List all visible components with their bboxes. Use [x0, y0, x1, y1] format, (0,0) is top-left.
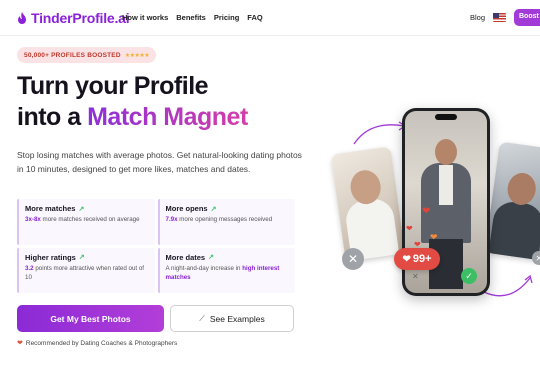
stat-desc: 3x-8x more matches received on average	[25, 215, 149, 225]
stat-title: More dates ↗	[166, 253, 290, 262]
close-icon[interactable]: ✕	[532, 251, 540, 265]
nav-link-benefits[interactable]: Benefits	[176, 13, 206, 22]
heart-icon: ❤	[402, 253, 411, 265]
heart-icon: ❤	[17, 340, 23, 347]
top-nav: TinderProfile.ai How it works Benefits P…	[0, 0, 540, 36]
trending-up-icon: ↗	[208, 254, 214, 261]
us-flag-icon[interactable]	[493, 13, 506, 22]
boost-button[interactable]: Boost	[514, 9, 540, 26]
profile-person-shirt	[439, 165, 453, 205]
nav-link-faq[interactable]: FAQ	[247, 13, 262, 22]
stat-highlight: 3x-8x	[25, 216, 41, 223]
stat-title-text: Higher ratings	[25, 252, 76, 262]
stat-desc: 7.9x more opening messages received	[166, 215, 290, 225]
stat-title-text: More matches	[25, 204, 76, 213]
stat-card-opens: More opens ↗ 7.9x more opening messages r…	[157, 199, 295, 245]
hero-title-line1: Turn your Profile	[17, 72, 209, 100]
photo-person-body	[486, 199, 540, 261]
heart-icon: ❤	[406, 224, 413, 233]
hero-visual: ❤ ❤ ❤ ❤ ✕ ❤ 99+ ✕ ✓ ✕	[310, 100, 540, 310]
stat-title: Higher ratings ↗	[25, 253, 149, 262]
stat-title: More matches ↗	[25, 204, 149, 213]
hero-title-prefix: into a	[17, 103, 88, 131]
stat-desc: 3.2 points more attractive when rated ou…	[25, 264, 149, 283]
stat-desc-text: A night-and-day increase in	[165, 264, 243, 272]
stat-desc: A night-and-day increase in high interes…	[166, 264, 290, 283]
before-photo-left	[330, 146, 406, 262]
brand-logo[interactable]: TinderProfile.ai	[17, 10, 130, 26]
nav-link-pricing[interactable]: Pricing	[214, 13, 239, 22]
recommendation-text: Recommended by Dating Coaches & Photogra…	[25, 339, 178, 347]
badge-text: 50,000+ PROFILES BOOSTED	[24, 51, 121, 59]
stat-desc-text: points more attractive when rated out of…	[25, 264, 145, 282]
match-count-badge: ❤ 99+	[394, 248, 440, 270]
phone-notch	[435, 114, 457, 120]
stat-desc-text: more matches received on average	[40, 216, 140, 223]
see-examples-label: See Examples	[209, 313, 265, 324]
hero-title-line2: into a Match Magnet	[17, 102, 248, 133]
stat-title-text: More dates	[165, 252, 206, 262]
hero-subtitle: Stop losing matches with average photos.…	[17, 150, 302, 174]
get-best-photos-button[interactable]: Get My Best Photos	[17, 305, 164, 332]
stats-grid: More matches ↗ 3x-8x more matches receive…	[17, 199, 295, 293]
flame-icon	[18, 11, 26, 24]
nav-link-blog[interactable]: Blog	[470, 13, 485, 22]
see-examples-button[interactable]: ⟋ See Examples	[170, 305, 294, 332]
nav-links: How it works Benefits Pricing FAQ	[122, 13, 263, 22]
close-icon[interactable]: ✕	[342, 248, 364, 270]
trending-up-icon: ↗	[78, 254, 85, 261]
stat-title: More opens ↗	[166, 204, 290, 213]
stat-card-matches: More matches ↗ 3x-8x more matches receive…	[17, 199, 155, 245]
hero-title-accent: Match Magnet	[87, 103, 248, 131]
profiles-boosted-badge: 50,000+ PROFILES BOOSTED ★★★★★	[17, 47, 157, 63]
nav-right: Blog Boost	[470, 9, 540, 26]
heart-icon: ❤	[430, 232, 438, 242]
stat-title-text: More opens	[165, 204, 208, 213]
stat-highlight: 3.2	[25, 264, 34, 272]
star-rating-icon: ★★★★★	[124, 52, 150, 59]
stat-highlight: 7.9x	[165, 216, 178, 223]
brand-name: TinderProfile.ai	[31, 10, 130, 26]
profile-person-head	[435, 139, 457, 165]
before-photo-right	[484, 141, 540, 261]
stat-desc-text: more opening messages received	[177, 216, 273, 223]
stat-card-dates: More dates ↗ A night-and-day increase in …	[157, 247, 295, 293]
hero-title: Turn your Profile into a Match Magnet	[17, 71, 248, 133]
close-icon[interactable]: ✕	[412, 272, 419, 281]
nav-link-how-it-works[interactable]: How it works	[122, 13, 168, 22]
heart-icon: ❤	[422, 206, 431, 217]
curved-arrow-icon	[353, 121, 407, 145]
trending-up-icon: ↗	[210, 205, 217, 213]
stat-card-ratings: Higher ratings ↗ 3.2 points more attracti…	[17, 247, 155, 293]
recommendation-note: ❤ Recommended by Dating Coaches & Photog…	[17, 339, 178, 348]
trending-up-icon: ↗	[78, 205, 85, 213]
match-count: 99+	[412, 253, 432, 265]
check-icon[interactable]: ✓	[461, 268, 477, 284]
magic-wand-icon: ⟋	[199, 313, 205, 323]
